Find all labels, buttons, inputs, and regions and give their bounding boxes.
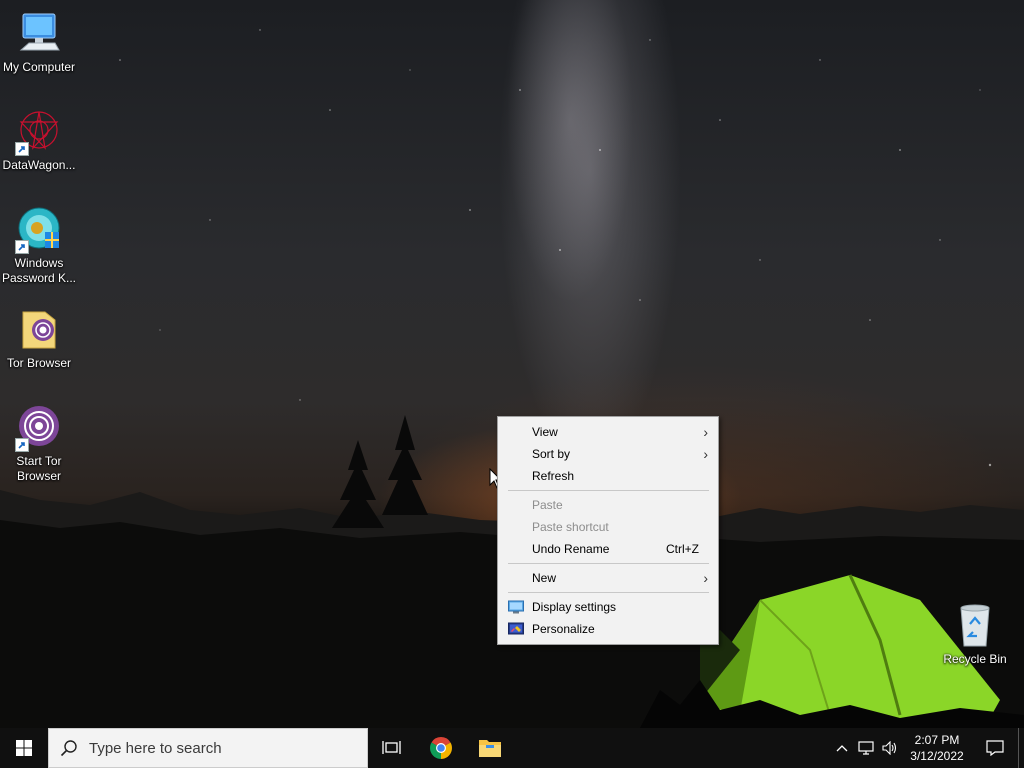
file-explorer-icon <box>478 740 501 757</box>
volume-button[interactable] <box>878 728 902 768</box>
desktop-icon-my-computer[interactable]: My Computer <box>0 10 78 75</box>
shortcut-arrow-icon <box>15 438 29 452</box>
task-view-button[interactable] <box>368 728 416 768</box>
menu-separator <box>508 563 709 564</box>
menu-item-label: Undo Rename <box>532 542 610 556</box>
show-desktop-button[interactable] <box>1018 728 1024 768</box>
menu-separator <box>508 490 709 491</box>
menu-item-label: New <box>532 571 557 585</box>
network-button[interactable] <box>854 728 878 768</box>
desktop-icon-label: My Computer <box>2 60 76 74</box>
menu-item-paste-shortcut: Paste shortcut <box>498 516 718 538</box>
chevron-right-icon: › <box>703 446 708 462</box>
menu-item-new[interactable]: New › <box>498 567 718 589</box>
menu-item-label: Paste shortcut <box>532 520 609 534</box>
start-button[interactable] <box>0 728 48 768</box>
personalize-icon <box>508 622 524 635</box>
desktop-icon-label: Tor Browser <box>6 356 71 370</box>
task-view-icon <box>382 741 401 754</box>
computer-icon <box>15 10 63 58</box>
taskbar: Type here to search 2:07 PM 3/12/2022 <box>0 728 1024 768</box>
desktop-icon-recycle-bin[interactable]: Recycle Bin <box>936 602 1014 667</box>
search-icon <box>49 739 89 757</box>
shortcut-arrow-icon <box>15 240 29 254</box>
menu-item-refresh[interactable]: Refresh <box>498 465 718 487</box>
desktop-icon-label: Recycle Bin <box>943 652 1007 666</box>
recycle-bin-icon <box>951 602 999 650</box>
desktop-icon-label: Start Tor Browser <box>16 454 62 483</box>
menu-item-label: Paste <box>532 498 563 512</box>
windows-logo-icon <box>16 740 32 756</box>
menu-item-label: Personalize <box>532 622 595 636</box>
speaker-icon <box>882 741 897 755</box>
menu-item-paste: Paste <box>498 494 718 516</box>
menu-item-undo-rename[interactable]: Undo Rename Ctrl+Z <box>498 538 718 560</box>
clock-time: 2:07 PM <box>914 733 960 747</box>
menu-item-label: Sort by <box>532 447 571 461</box>
display-settings-icon <box>508 600 524 614</box>
network-icon <box>858 741 874 755</box>
desktop-icon-datawagon[interactable]: DataWagon... <box>0 108 78 173</box>
password-key-icon <box>15 206 63 254</box>
menu-item-personalize[interactable]: Personalize <box>498 618 718 640</box>
desktop-context-menu: View › Sort by › Refresh Paste Paste sho… <box>497 416 719 645</box>
show-hidden-icons-button[interactable] <box>830 728 854 768</box>
menu-separator <box>508 592 709 593</box>
menu-item-view[interactable]: View › <box>498 421 718 443</box>
menu-item-sort-by[interactable]: Sort by › <box>498 443 718 465</box>
chrome-taskbar-button[interactable] <box>416 728 465 768</box>
menu-item-label: Display settings <box>532 600 617 614</box>
desktop-icon-start-tor-browser[interactable]: Start Tor Browser <box>0 404 78 484</box>
chevron-right-icon: › <box>703 424 708 440</box>
file-explorer-taskbar-button[interactable] <box>465 728 514 768</box>
chrome-icon <box>429 737 452 759</box>
datawagon-icon <box>15 108 63 156</box>
desktop-icon-tor-browser-folder[interactable]: Tor Browser <box>0 306 78 371</box>
menu-item-shortcut: Ctrl+Z <box>666 542 699 556</box>
chevron-right-icon: › <box>703 570 708 586</box>
desktop-icon-label: Windows Password K... <box>1 256 77 285</box>
action-center-button[interactable] <box>972 728 1018 768</box>
menu-item-display-settings[interactable]: Display settings <box>498 596 718 618</box>
search-input[interactable]: Type here to search <box>48 728 368 768</box>
shortcut-arrow-icon <box>15 142 29 156</box>
system-tray: 2:07 PM 3/12/2022 <box>830 728 1024 768</box>
menu-item-label: Refresh <box>532 469 575 483</box>
clock-date: 3/12/2022 <box>910 749 964 763</box>
clock[interactable]: 2:07 PM 3/12/2022 <box>902 732 972 764</box>
notification-icon <box>986 740 1004 756</box>
search-placeholder: Type here to search <box>89 739 222 757</box>
chevron-up-icon <box>836 745 848 752</box>
desktop-icon-windows-password-key[interactable]: Windows Password K... <box>0 206 78 286</box>
desktop-icon-label: DataWagon... <box>2 158 76 172</box>
folder-tor-icon <box>15 306 63 354</box>
menu-item-label: View <box>532 425 558 439</box>
tor-browser-icon <box>15 404 63 452</box>
